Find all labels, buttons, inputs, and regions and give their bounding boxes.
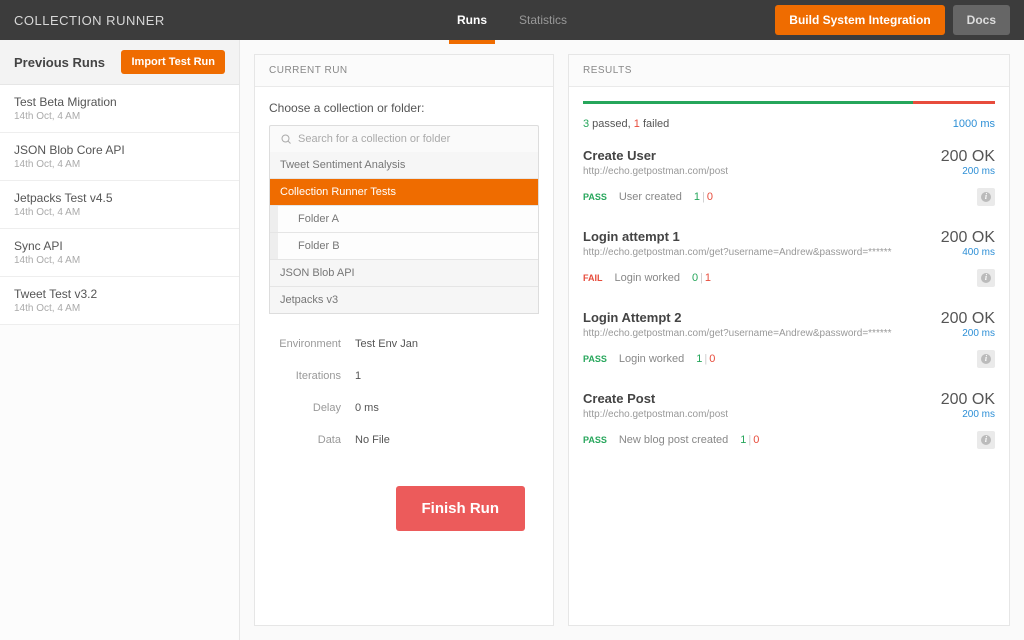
result-url: http://echo.getpostman.com/post bbox=[583, 166, 728, 177]
previous-run-item[interactable]: Sync API 14th Oct, 4 AM bbox=[0, 229, 239, 277]
folder-item-a[interactable]: Folder A bbox=[270, 206, 538, 233]
tab-runs[interactable]: Runs bbox=[441, 0, 503, 40]
result-item: Create Post http://echo.getpostman.com/po… bbox=[583, 391, 995, 446]
data-value[interactable]: No File bbox=[355, 434, 390, 446]
result-status-code: 200 OK bbox=[941, 229, 995, 247]
test-counts: 1|0 bbox=[694, 191, 713, 203]
iterations-value[interactable]: 1 bbox=[355, 370, 361, 382]
previous-run-item[interactable]: Test Beta Migration 14th Oct, 4 AM bbox=[0, 85, 239, 133]
result-time: 200 ms bbox=[941, 328, 995, 339]
summary-counts: 3 passed, 1 failed bbox=[583, 118, 669, 130]
result-name: Login Attempt 2 bbox=[583, 310, 892, 325]
tab-statistics[interactable]: Statistics bbox=[503, 0, 583, 40]
result-url: http://echo.getpostman.com/get?username=… bbox=[583, 247, 892, 258]
run-name: JSON Blob Core API bbox=[14, 143, 225, 157]
collection-item-tweet[interactable]: Tweet Sentiment Analysis bbox=[270, 152, 538, 179]
current-run-heading: CURRENT RUN bbox=[255, 55, 553, 87]
results-panel: RESULTS 3 passed, 1 failed 1000 ms Creat… bbox=[568, 54, 1010, 626]
sidebar-title: Previous Runs bbox=[14, 55, 105, 70]
test-name: Login worked bbox=[615, 272, 680, 284]
run-name: Tweet Test v3.2 bbox=[14, 287, 225, 301]
run-date: 14th Oct, 4 AM bbox=[14, 207, 225, 218]
previous-run-item[interactable]: Jetpacks Test v4.5 14th Oct, 4 AM bbox=[0, 181, 239, 229]
previous-run-item[interactable]: Tweet Test v3.2 14th Oct, 4 AM bbox=[0, 277, 239, 325]
delay-label: Delay bbox=[269, 402, 341, 414]
delay-value[interactable]: 0 ms bbox=[355, 402, 379, 414]
environment-value[interactable]: Test Env Jan bbox=[355, 338, 418, 350]
result-name: Login attempt 1 bbox=[583, 229, 892, 244]
header-bar: COLLECTION RUNNER Runs Statistics Build … bbox=[0, 0, 1024, 40]
test-counts: 1|0 bbox=[740, 434, 759, 446]
test-status-badge: PASS bbox=[583, 354, 607, 364]
search-icon bbox=[280, 133, 292, 145]
run-date: 14th Oct, 4 AM bbox=[14, 303, 225, 314]
test-counts: 0|1 bbox=[692, 272, 711, 284]
progress-bar bbox=[583, 101, 995, 104]
result-item: Login attempt 1 http://echo.getpostman.co… bbox=[583, 229, 995, 284]
test-status-badge: FAIL bbox=[583, 273, 603, 283]
info-icon[interactable]: i bbox=[977, 188, 995, 206]
run-date: 14th Oct, 4 AM bbox=[14, 255, 225, 266]
result-url: http://echo.getpostman.com/get?username=… bbox=[583, 328, 892, 339]
info-icon[interactable]: i bbox=[977, 431, 995, 449]
previous-run-item[interactable]: JSON Blob Core API 14th Oct, 4 AM bbox=[0, 133, 239, 181]
result-time: 200 ms bbox=[941, 166, 995, 177]
result-time: 200 ms bbox=[941, 409, 995, 420]
import-test-run-button[interactable]: Import Test Run bbox=[121, 50, 225, 74]
finish-run-button[interactable]: Finish Run bbox=[396, 486, 526, 531]
result-status-code: 200 OK bbox=[941, 148, 995, 166]
docs-button[interactable]: Docs bbox=[953, 5, 1010, 35]
result-url: http://echo.getpostman.com/post bbox=[583, 409, 728, 420]
run-name: Jetpacks Test v4.5 bbox=[14, 191, 225, 205]
run-name: Test Beta Migration bbox=[14, 95, 225, 109]
test-name: New blog post created bbox=[619, 434, 728, 446]
test-name: User created bbox=[619, 191, 682, 203]
environment-label: Environment bbox=[269, 338, 341, 350]
info-icon[interactable]: i bbox=[977, 269, 995, 287]
result-time: 400 ms bbox=[941, 247, 995, 258]
test-status-badge: PASS bbox=[583, 435, 607, 445]
result-name: Create Post bbox=[583, 391, 728, 406]
info-icon[interactable]: i bbox=[977, 350, 995, 368]
folder-item-b[interactable]: Folder B bbox=[270, 233, 538, 260]
test-counts: 1|0 bbox=[696, 353, 715, 365]
results-heading: RESULTS bbox=[569, 55, 1009, 87]
choose-collection-prompt: Choose a collection or folder: bbox=[269, 101, 539, 115]
collection-search-input[interactable] bbox=[298, 133, 528, 145]
collection-item-runner-tests[interactable]: Collection Runner Tests bbox=[270, 179, 538, 206]
main-tabs: Runs Statistics bbox=[441, 0, 583, 40]
iterations-label: Iterations bbox=[269, 370, 341, 382]
collection-search[interactable] bbox=[269, 125, 539, 152]
collection-list: Tweet Sentiment Analysis Collection Runn… bbox=[269, 152, 539, 314]
result-item: Login Attempt 2 http://echo.getpostman.co… bbox=[583, 310, 995, 365]
collection-item-json-blob[interactable]: JSON Blob API bbox=[270, 260, 538, 287]
summary-time: 1000 ms bbox=[953, 118, 995, 130]
data-label: Data bbox=[269, 434, 341, 446]
result-item: Create User http://echo.getpostman.com/po… bbox=[583, 148, 995, 203]
run-name: Sync API bbox=[14, 239, 225, 253]
run-date: 14th Oct, 4 AM bbox=[14, 111, 225, 122]
result-name: Create User bbox=[583, 148, 728, 163]
result-status-code: 200 OK bbox=[941, 310, 995, 328]
app-title: COLLECTION RUNNER bbox=[14, 13, 165, 28]
sidebar: Previous Runs Import Test Run Test Beta … bbox=[0, 40, 240, 640]
test-name: Login worked bbox=[619, 353, 684, 365]
result-status-code: 200 OK bbox=[941, 391, 995, 409]
build-integration-button[interactable]: Build System Integration bbox=[775, 5, 944, 35]
run-date: 14th Oct, 4 AM bbox=[14, 159, 225, 170]
test-status-badge: PASS bbox=[583, 192, 607, 202]
collection-item-jetpacks[interactable]: Jetpacks v3 bbox=[270, 287, 538, 314]
current-run-panel: CURRENT RUN Choose a collection or folde… bbox=[254, 54, 554, 626]
